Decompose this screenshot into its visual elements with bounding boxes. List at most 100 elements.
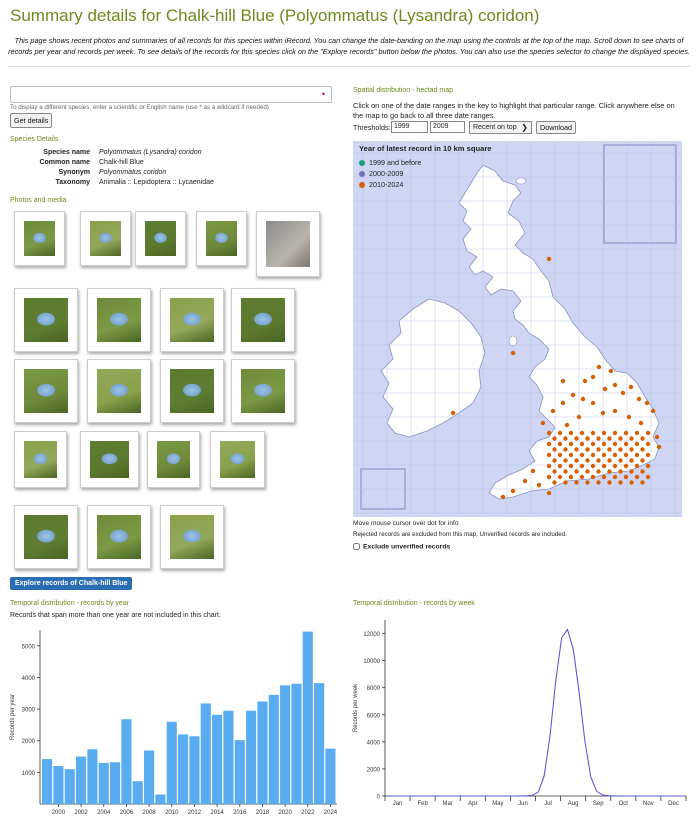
map-record-dot[interactable] <box>645 441 651 447</box>
map-record-dot[interactable] <box>623 474 629 480</box>
year-bar[interactable] <box>178 734 189 804</box>
year-bar[interactable] <box>291 683 302 804</box>
map-record-dot[interactable] <box>656 444 662 450</box>
map-record-dot[interactable] <box>629 447 634 452</box>
map-record-dot[interactable] <box>618 469 623 474</box>
map-record-dot[interactable] <box>536 482 542 488</box>
map-record-dot[interactable] <box>568 474 574 480</box>
map-record-dot[interactable] <box>579 463 585 469</box>
map-record-dot[interactable] <box>626 414 632 420</box>
map-record-dot[interactable] <box>645 430 651 436</box>
map-record-dot[interactable] <box>540 420 546 426</box>
year-bar[interactable] <box>64 769 75 804</box>
map-record-dot[interactable] <box>600 410 606 416</box>
year-bar[interactable] <box>280 685 291 804</box>
year-bar[interactable] <box>110 762 121 804</box>
map-record-dot[interactable] <box>640 480 645 485</box>
map-record-dot[interactable] <box>634 463 640 469</box>
map-record-dot[interactable] <box>564 422 570 428</box>
map-record-dot[interactable] <box>596 447 601 452</box>
map-record-dot[interactable] <box>546 463 552 469</box>
map-record-dot[interactable] <box>510 488 516 494</box>
map-record-dot[interactable] <box>629 469 634 474</box>
map-record-dot[interactable] <box>574 458 579 463</box>
map-record-dot[interactable] <box>596 458 601 463</box>
map-record-dot[interactable] <box>612 463 618 469</box>
map-record-dot[interactable] <box>450 410 456 416</box>
map-record-dot[interactable] <box>574 447 579 452</box>
map-record-dot[interactable] <box>607 436 612 441</box>
map-record-dot[interactable] <box>579 430 585 436</box>
map-record-dot[interactable] <box>563 480 568 485</box>
map-record-dot[interactable] <box>557 452 563 458</box>
photo-thumbnail[interactable] <box>87 505 151 569</box>
year-bar[interactable] <box>53 766 64 804</box>
map-record-dot[interactable] <box>612 382 618 388</box>
year-bar[interactable] <box>314 683 325 804</box>
photo-thumbnail[interactable] <box>147 431 200 488</box>
map-record-dot[interactable] <box>579 441 585 447</box>
year-bar[interactable] <box>189 736 200 804</box>
map-record-dot[interactable] <box>500 494 506 500</box>
year-bar[interactable] <box>42 759 53 804</box>
map-record-dot[interactable] <box>601 452 607 458</box>
map-record-dot[interactable] <box>574 469 579 474</box>
map-record-dot[interactable] <box>623 463 629 469</box>
map-record-dot[interactable] <box>552 480 557 485</box>
map-record-dot[interactable] <box>629 458 634 463</box>
map-record-dot[interactable] <box>560 400 566 406</box>
map-record-dot[interactable] <box>634 474 640 480</box>
map-record-dot[interactable] <box>650 408 656 414</box>
map-record-dot[interactable] <box>590 430 596 436</box>
year-bar[interactable] <box>223 710 234 804</box>
map-record-dot[interactable] <box>590 452 596 458</box>
photo-thumbnail[interactable] <box>256 211 320 277</box>
map-record-dot[interactable] <box>596 436 601 441</box>
map-record-dot[interactable] <box>654 434 660 440</box>
map-record-dot[interactable] <box>612 474 618 480</box>
map-record-dot[interactable] <box>590 474 596 480</box>
map-record-dot[interactable] <box>618 447 623 452</box>
photo-thumbnail[interactable] <box>87 288 151 352</box>
map-record-dot[interactable] <box>550 408 556 414</box>
year-bar[interactable] <box>76 756 87 804</box>
year-bar[interactable] <box>87 749 98 804</box>
map-record-dot[interactable] <box>596 469 601 474</box>
year-bar[interactable] <box>257 701 268 804</box>
map-record-dot[interactable] <box>568 452 574 458</box>
map-record-dot[interactable] <box>634 441 640 447</box>
map-record-dot[interactable] <box>601 441 607 447</box>
map-record-dot[interactable] <box>602 386 608 392</box>
map-record-dot[interactable] <box>618 458 623 463</box>
year-bar[interactable] <box>155 794 166 804</box>
photo-thumbnail[interactable] <box>135 211 186 266</box>
year-bar[interactable] <box>325 748 336 804</box>
map-record-dot[interactable] <box>557 441 563 447</box>
photo-thumbnail[interactable] <box>160 359 224 423</box>
map-record-dot[interactable] <box>623 441 629 447</box>
year-bar[interactable] <box>132 781 143 804</box>
map-record-dot[interactable] <box>608 368 614 374</box>
map-record-dot[interactable] <box>590 400 596 406</box>
map-record-dot[interactable] <box>601 474 607 480</box>
map-record-dot[interactable] <box>645 452 651 458</box>
year-bar[interactable] <box>200 703 211 804</box>
map-record-dot[interactable] <box>618 436 623 441</box>
year-bar[interactable] <box>166 721 177 804</box>
map-record-dot[interactable] <box>546 441 552 447</box>
map-record-dot[interactable] <box>585 436 590 441</box>
map-record-dot[interactable] <box>623 430 629 436</box>
map-record-dot[interactable] <box>530 468 536 474</box>
map-record-dot[interactable] <box>585 458 590 463</box>
year-bar[interactable] <box>212 714 223 804</box>
map-record-dot[interactable] <box>574 480 579 485</box>
get-details-button[interactable]: Get details <box>10 113 53 128</box>
year-bar[interactable] <box>144 750 155 804</box>
map-record-dot[interactable] <box>552 469 557 474</box>
photo-thumbnail[interactable] <box>14 359 78 423</box>
map-record-dot[interactable] <box>585 469 590 474</box>
map-record-dot[interactable] <box>590 374 596 380</box>
photo-thumbnail[interactable] <box>160 505 224 569</box>
map-record-dot[interactable] <box>623 452 629 458</box>
map-record-dot[interactable] <box>552 447 557 452</box>
